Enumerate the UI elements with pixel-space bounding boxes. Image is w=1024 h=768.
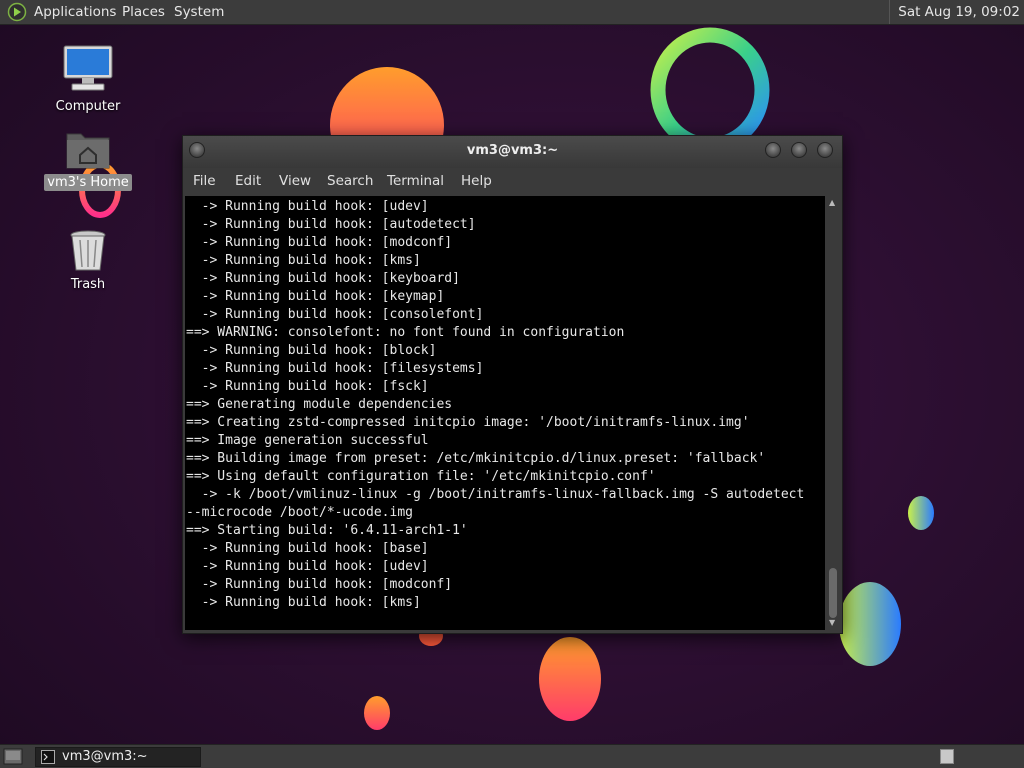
show-desktop-icon[interactable]: [3, 748, 23, 765]
bottom-panel: vm3@vm3:~: [0, 744, 1024, 768]
desktop-icon-computer[interactable]: Computer: [43, 44, 133, 115]
terminal-line: -> Running build hook: [modconf]: [186, 235, 453, 250]
computer-icon: [63, 45, 113, 91]
terminal-line: -> Running build hook: [kms]: [186, 253, 421, 268]
terminal-window[interactable]: vm3@vm3:~ File Edit View Search Terminal…: [182, 135, 843, 634]
taskbar-item-label: vm3@vm3:~: [62, 749, 148, 764]
terminal-line: ==> Using default configuration file: '/…: [186, 469, 656, 484]
terminal-line: ==> Creating zstd-compressed initcpio im…: [186, 415, 750, 430]
desktop-icon-home[interactable]: vm3's Home: [43, 128, 133, 191]
menu-terminal[interactable]: Terminal: [387, 173, 444, 189]
terminal-line: ==> Image generation successful: [186, 433, 429, 448]
terminal-line: ==> Generating module dependencies: [186, 397, 453, 412]
terminal-line: -> Running build hook: [base]: [186, 541, 429, 556]
terminal-line: -> Running build hook: [modconf]: [186, 577, 453, 592]
terminal-line: ==> Building image from preset: /etc/mki…: [186, 451, 766, 466]
desktop-icon-label: vm3's Home: [44, 174, 132, 191]
terminal-line: -> Running build hook: [udev]: [186, 559, 429, 574]
applications-menu[interactable]: Applications: [34, 4, 116, 20]
scroll-down-icon[interactable]: ▼: [829, 618, 835, 628]
terminal-line: -> Running build hook: [udev]: [186, 199, 429, 214]
terminal-line: --microcode /boot/*-ucode.img: [186, 505, 413, 520]
terminal-menubar: File Edit View Search Terminal Help: [183, 168, 842, 196]
home-folder-icon: [66, 133, 110, 169]
trash-icon: [70, 230, 106, 271]
terminal-line: -> Running build hook: [block]: [186, 343, 437, 358]
scroll-up-icon[interactable]: ▲: [829, 198, 835, 208]
menu-view[interactable]: View: [279, 173, 311, 189]
terminal-line: -> Running build hook: [filesystems]: [186, 361, 484, 376]
window-title: vm3@vm3:~: [466, 143, 559, 158]
menu-edit[interactable]: Edit: [235, 173, 261, 189]
menu-search[interactable]: Search: [327, 173, 373, 189]
terminal-line: -> Running build hook: [keyboard]: [186, 271, 460, 286]
terminal-line: -> Running build hook: [keymap]: [186, 289, 445, 304]
terminal-line: -> Running build hook: [kms]: [186, 595, 421, 610]
terminal-icon: [41, 750, 55, 764]
desktop-icon-label: Computer: [55, 99, 121, 114]
menu-file[interactable]: File: [193, 173, 216, 189]
distro-logo-icon[interactable]: [7, 2, 27, 22]
terminal-line: -> Running build hook: [autodetect]: [186, 217, 476, 232]
workspace-switcher[interactable]: [940, 749, 954, 764]
minimize-button[interactable]: [765, 142, 781, 158]
panel-clock[interactable]: Sat Aug 19, 09:02: [889, 0, 1024, 24]
terminal-line: -> Running build hook: [fsck]: [186, 379, 429, 394]
system-menu[interactable]: System: [174, 4, 224, 20]
desktop-icon-trash[interactable]: Trash: [43, 228, 133, 293]
terminal-line: -> -k /boot/vmlinuz-linux -g /boot/initr…: [186, 487, 805, 502]
terminal-line: -> Running build hook: [consolefont]: [186, 307, 484, 322]
scrollbar-thumb[interactable]: [829, 568, 837, 618]
terminal-scrollbar[interactable]: ▲ ▼: [826, 196, 840, 630]
terminal-line: ==> WARNING: consolefont: no font found …: [186, 325, 625, 340]
places-menu[interactable]: Places: [122, 4, 165, 20]
window-titlebar[interactable]: vm3@vm3:~: [183, 136, 842, 168]
maximize-button[interactable]: [791, 142, 807, 158]
terminal-output[interactable]: -> Running build hook: [udev] -> Running…: [185, 196, 825, 630]
menu-help[interactable]: Help: [461, 173, 492, 189]
terminal-line: ==> Starting build: '6.4.11-arch1-1': [186, 523, 468, 538]
close-button[interactable]: [817, 142, 833, 158]
top-panel: Applications Places System Sat Aug 19, 0…: [0, 0, 1024, 25]
desktop-icon-label: Trash: [70, 277, 106, 292]
taskbar-item-terminal[interactable]: vm3@vm3:~: [35, 747, 201, 767]
